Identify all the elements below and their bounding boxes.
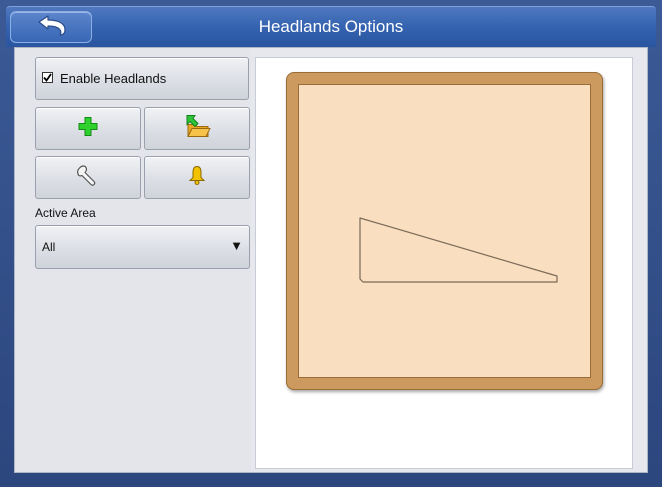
add-headland-button[interactable] <box>35 107 141 150</box>
folder-load-icon <box>183 114 211 143</box>
checkbox-box <box>42 72 53 83</box>
active-area-value: All <box>42 240 56 254</box>
alarm-button[interactable] <box>144 156 250 199</box>
green-plus-icon <box>78 116 98 141</box>
bell-icon <box>188 165 206 190</box>
headland-shape <box>359 217 558 283</box>
field-interior <box>298 84 591 378</box>
active-area-label: Active Area <box>35 206 96 220</box>
options-panel: Enable Headlands Active Area All ▼ <box>15 48 251 472</box>
headland-map-view[interactable] <box>255 57 633 469</box>
content-area: Enable Headlands Active Area All ▼ <box>14 47 648 473</box>
active-area-dropdown[interactable]: All ▼ <box>35 225 250 269</box>
back-arrow-icon <box>31 14 71 41</box>
wrench-icon <box>77 164 99 191</box>
enable-headlands-checkbox[interactable]: Enable Headlands <box>35 57 249 100</box>
triangle-down-icon: ▼ <box>230 238 243 253</box>
window-frame: Headlands Options Enable Headlands Activ… <box>0 0 662 487</box>
enable-headlands-label: Enable Headlands <box>60 71 167 86</box>
page-title: Headlands Options <box>258 17 404 36</box>
back-button[interactable] <box>10 11 92 43</box>
field-boundary <box>286 72 603 390</box>
edit-headland-button[interactable] <box>35 156 141 199</box>
load-headland-button[interactable] <box>144 107 250 150</box>
title-bar: Headlands Options <box>6 6 656 47</box>
